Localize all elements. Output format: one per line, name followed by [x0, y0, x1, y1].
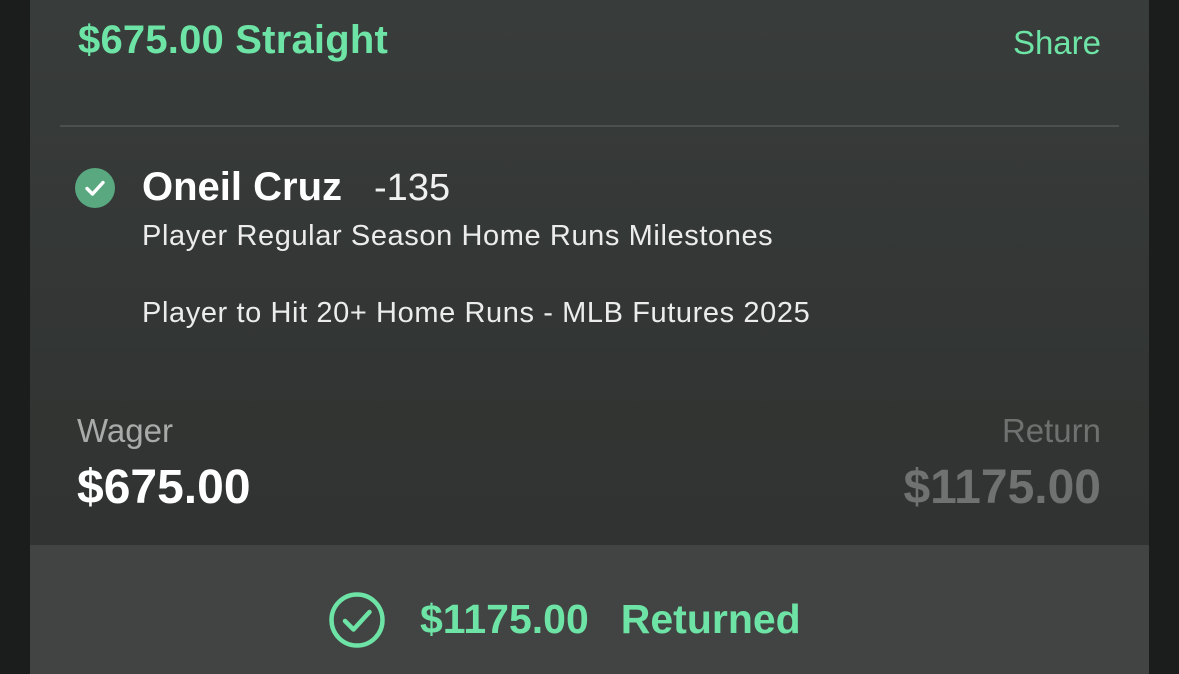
selection-row: Oneil Cruz -135: [142, 165, 450, 210]
returned-amount: $1175.00: [420, 595, 589, 642]
share-button[interactable]: Share: [1013, 24, 1101, 62]
result-banner: $1175.00 Returned: [328, 589, 801, 649]
result-footer: $1175.00 Returned: [30, 545, 1149, 674]
market-name: Player Regular Season Home Runs Mileston…: [142, 220, 774, 252]
check-circle-filled-icon: [75, 168, 115, 208]
wager-value: $675.00: [77, 461, 251, 514]
event-name: Player to Hit 20+ Home Runs - MLB Future…: [142, 297, 811, 329]
returned-status: Returned: [620, 595, 801, 642]
divider: [60, 125, 1119, 127]
return-label: Return: [1001, 412, 1101, 449]
check-circle-outline-icon: [329, 592, 385, 648]
wager-label: Wager: [77, 412, 173, 449]
bet-title: $675.00 Straight: [78, 18, 389, 62]
return-value: $1175.00: [903, 461, 1101, 514]
player-name: Oneil Cruz: [142, 165, 343, 209]
odds: -135: [374, 167, 451, 209]
bet-card: $675.00 Straight Share Oneil Cruz -135 P…: [30, 0, 1149, 674]
